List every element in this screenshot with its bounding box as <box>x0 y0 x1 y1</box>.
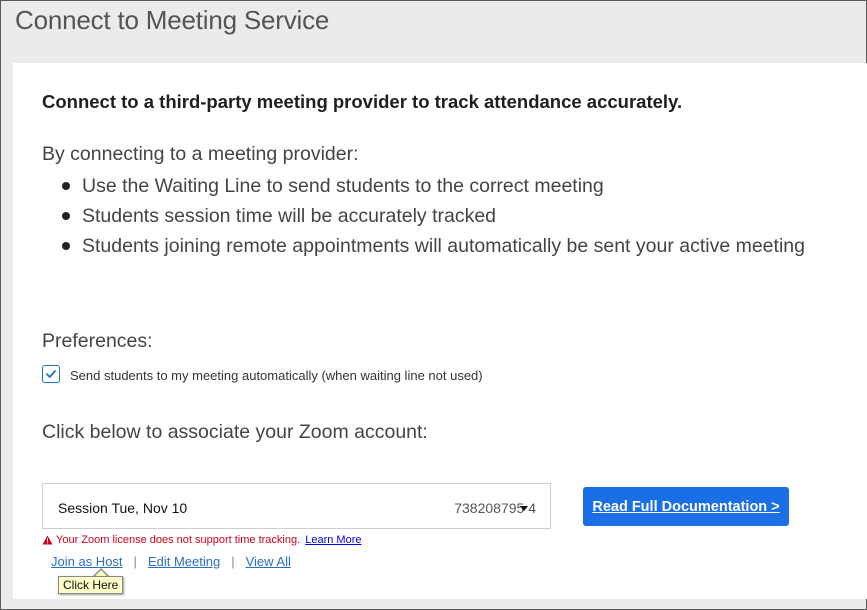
click-here-tooltip: Click Here <box>58 576 124 594</box>
auto-send-label[interactable]: Send students to my meeting automaticall… <box>70 368 483 383</box>
learn-more-link[interactable]: Learn More <box>305 534 361 546</box>
zoom-prompt: Click below to associate your Zoom accou… <box>42 421 428 443</box>
license-warning: Your Zoom license does not support time … <box>42 534 362 546</box>
list-item: Students joining remote appointments wil… <box>62 234 805 264</box>
list-item: Students session time will be accurately… <box>62 204 805 234</box>
auto-send-checkbox[interactable] <box>42 365 60 383</box>
bullet-icon <box>62 212 70 220</box>
checkmark-icon <box>46 370 56 378</box>
session-select[interactable]: Session Tue, Nov 10 738208795 4 <box>42 483 551 529</box>
edit-meeting-link[interactable]: Edit Meeting <box>148 554 220 569</box>
list-item: Use the Waiting Line to send students to… <box>62 174 805 204</box>
dialog-window: Connect to Meeting Service Connect to a … <box>0 0 867 610</box>
link-separator: | <box>231 554 235 569</box>
content-card: Connect to a third-party meeting provide… <box>13 63 867 599</box>
read-documentation-button[interactable]: Read Full Documentation > <box>583 487 789 526</box>
bullet-icon <box>62 242 70 250</box>
warning-text: Your Zoom license does not support time … <box>56 534 301 546</box>
caret-down-icon <box>520 506 528 511</box>
view-all-link[interactable]: View All <box>246 554 291 569</box>
page-heading: Connect to a third-party meeting provide… <box>42 91 683 112</box>
window-title: Connect to Meeting Service <box>15 5 330 35</box>
intro-text: By connecting to a meeting provider: <box>42 143 359 165</box>
join-as-host-link[interactable]: Join as Host <box>51 554 123 569</box>
meeting-links: Join as Host | Edit Meeting | View All <box>51 554 291 569</box>
preferences-title: Preferences: <box>42 330 153 352</box>
bullet-icon <box>62 182 70 190</box>
link-separator: | <box>133 554 137 569</box>
warning-triangle-icon <box>42 535 53 545</box>
session-name: Session Tue, Nov 10 <box>58 500 188 516</box>
benefits-list: Use the Waiting Line to send students to… <box>62 174 805 264</box>
